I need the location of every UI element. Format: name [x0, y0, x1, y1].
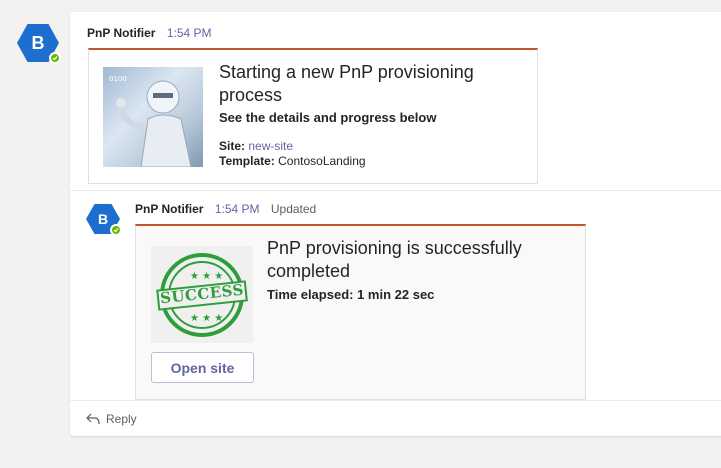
card-title: PnP provisioning is successfully complet… [267, 238, 522, 281]
success-stamp-image: ★ ★ ★ ★ ★ ★ SUCCESS [151, 246, 253, 343]
provisioning-complete-card: ★ ★ ★ ★ ★ ★ SUCCESS PnP provisioning is … [135, 224, 586, 400]
message-header: PnP Notifier 1:54 PM [87, 26, 220, 40]
message-status: Updated [270, 202, 317, 216]
fact-template: Template: ContosoLanding [219, 154, 366, 169]
message-header: PnP Notifier 1:54 PM Updated [135, 202, 316, 216]
fact-key: Site: [219, 139, 246, 153]
card-title: Starting a new PnP provisioning process [219, 62, 474, 105]
avatar-letter: B [97, 211, 109, 227]
message-divider [70, 190, 721, 191]
provisioning-start-card: 0100 Starting a new PnP provisioning pro… [88, 48, 538, 184]
open-site-button[interactable]: Open site [151, 352, 254, 383]
svg-text:★ ★ ★: ★ ★ ★ [190, 271, 223, 282]
svg-text:★ ★ ★: ★ ★ ★ [190, 313, 223, 324]
avatar[interactable]: B [86, 204, 122, 236]
presence-available-icon [49, 52, 61, 64]
reply-label[interactable]: Reply [106, 412, 137, 426]
message-time[interactable]: 1:54 PM [215, 202, 260, 216]
card-subtitle: Time elapsed: 1 min 22 sec [267, 287, 435, 302]
presence-available-icon [110, 224, 122, 236]
reply-icon [86, 413, 100, 425]
fact-key: Template: [219, 154, 275, 168]
avatar[interactable]: B [17, 24, 61, 64]
reply-bar[interactable]: Reply [70, 400, 721, 436]
svg-text:0100: 0100 [109, 75, 127, 83]
site-link[interactable]: new-site [248, 139, 293, 153]
message-time[interactable]: 1:54 PM [167, 26, 212, 40]
fact-value: ContosoLanding [278, 154, 366, 168]
card-subtitle: See the details and progress below [219, 110, 437, 125]
avatar-letter: B [31, 32, 45, 53]
fact-site: Site: new-site [219, 139, 366, 154]
message-author[interactable]: PnP Notifier [135, 202, 203, 216]
fact-list: Site: new-site Template: ContosoLanding [219, 139, 366, 169]
message-author[interactable]: PnP Notifier [87, 26, 155, 40]
robot-image: 0100 [103, 67, 203, 167]
